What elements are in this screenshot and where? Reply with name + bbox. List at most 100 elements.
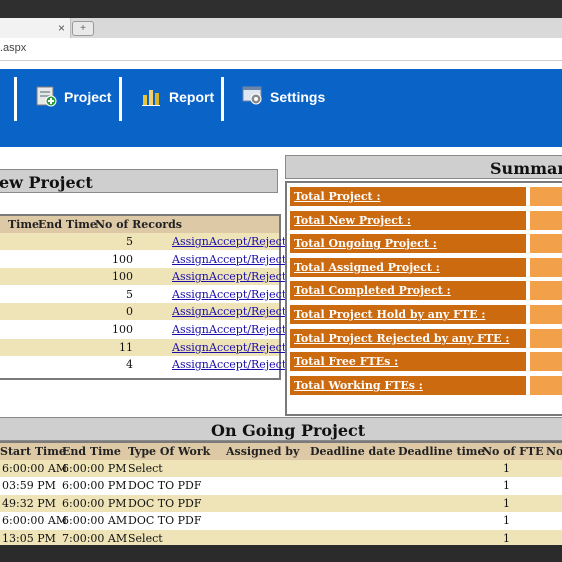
url-text: .aspx	[0, 42, 27, 54]
cell-start: 6:00:00 AM	[2, 514, 68, 528]
record-count: 100	[112, 270, 133, 284]
table-row: 11 Assign Accept/Reject	[0, 338, 286, 356]
column-header: No of Records	[95, 218, 182, 231]
summary-item[interactable]: Total Project :	[290, 187, 526, 206]
column-header: End Time	[38, 218, 97, 231]
cell-type: Select	[128, 531, 163, 545]
summary-item-label[interactable]: Total Assigned Project :	[294, 261, 440, 274]
new-tab-button[interactable]: +	[72, 21, 94, 36]
summary-value	[530, 257, 562, 277]
assign-link[interactable]: Assign	[172, 288, 209, 301]
summary-title-bar: Summary	[285, 155, 562, 179]
assign-link[interactable]: Assign	[172, 235, 209, 248]
ongoing-table: Start Time End Time Type Of Work Assigne…	[0, 441, 562, 545]
address-bar[interactable]: .aspx	[0, 38, 562, 61]
summary-item-label[interactable]: Total Free FTEs :	[294, 355, 398, 368]
cell-end: 6:00:00 AM	[62, 514, 128, 528]
settings-icon	[242, 85, 264, 107]
record-count: 4	[126, 358, 133, 372]
cell-fte: 1	[503, 496, 510, 510]
accept-reject-link[interactable]: Accept/Reject	[209, 305, 286, 318]
nav-divider	[14, 77, 17, 121]
summary-item-label[interactable]: Total Project :	[294, 190, 381, 203]
record-count: 0	[126, 305, 133, 319]
summary-item[interactable]: Total Project Hold by any FTE :	[290, 305, 526, 324]
table-row: 13:05 PM 7:00:00 AM Select 1	[0, 529, 562, 545]
column-header: End Time	[62, 445, 121, 458]
assign-link[interactable]: Assign	[172, 253, 209, 266]
close-icon[interactable]: ×	[58, 21, 65, 35]
record-count: 11	[119, 340, 133, 354]
cell-fte: 1	[503, 531, 510, 545]
accept-reject-link[interactable]: Accept/Reject	[209, 270, 286, 283]
summary-value	[530, 328, 562, 348]
ongoing-title: On Going Project	[211, 421, 366, 440]
cell-type: Select	[128, 462, 163, 475]
cell-start: 6:00:00 AM	[2, 462, 68, 475]
summary-item-label[interactable]: Total Project Rejected by any FTE :	[294, 332, 509, 345]
nav-divider	[119, 77, 122, 121]
accept-reject-link[interactable]: Accept/Reject	[209, 288, 286, 301]
table-row: 5 Assign Accept/Reject	[0, 285, 286, 303]
browser-tab[interactable]: ×	[0, 18, 71, 38]
record-count: 100	[112, 323, 133, 336]
table-row: 100 Assign Accept/Reject	[0, 250, 286, 268]
cell-end: 6:00:00 PM	[62, 496, 127, 510]
cell-type: DOC TO PDF	[128, 496, 202, 510]
browser-top-bar	[0, 0, 562, 18]
new-project-table-header: Time End Time No of Records	[0, 216, 279, 233]
column-header: No o	[546, 445, 562, 458]
assign-link[interactable]: Assign	[172, 270, 209, 283]
cell-type: DOC TO PDF	[128, 479, 202, 493]
column-header: Time	[8, 218, 40, 231]
summary-item[interactable]: Total Completed Project :	[290, 281, 526, 301]
table-row: 4 Assign Accept/Reject	[0, 356, 286, 374]
summary-item[interactable]: Total Free FTEs :	[290, 352, 526, 372]
summary-item-label[interactable]: Total Working FTEs :	[294, 379, 423, 392]
cell-type: DOC TO PDF	[128, 514, 202, 528]
page-content: t Project	[0, 61, 562, 545]
cell-end: 6:00:00 PM	[62, 462, 127, 475]
summary-title: Summary	[490, 159, 562, 178]
summary-item-label[interactable]: Total Completed Project :	[294, 284, 451, 297]
summary-item-label[interactable]: Total Project Hold by any FTE :	[294, 308, 485, 321]
column-header: Start Time	[0, 445, 66, 458]
summary-value	[530, 281, 562, 301]
table-row: 0 Assign Accept/Reject	[0, 303, 286, 321]
cell-fte: 1	[503, 462, 510, 475]
summary-item[interactable]: Total Ongoing Project :	[290, 234, 526, 254]
accept-reject-link[interactable]: Accept/Reject	[209, 358, 286, 371]
cell-start: 03:59 PM	[2, 479, 56, 493]
summary-value	[530, 352, 562, 372]
summary-item[interactable]: Total Project Rejected by any FTE :	[290, 328, 526, 348]
accept-reject-link[interactable]: Accept/Reject	[209, 253, 286, 266]
summary-value	[530, 234, 562, 254]
cell-fte: 1	[503, 514, 510, 528]
table-row: 100 Assign Accept/Reject	[0, 321, 286, 338]
summary-item[interactable]: Total Working FTEs :	[290, 375, 526, 395]
accept-reject-link[interactable]: Accept/Reject	[209, 323, 286, 336]
record-count: 5	[126, 235, 133, 248]
nav-divider	[221, 77, 224, 121]
new-project-table: Time End Time No of Records 5 Assign Accep…	[0, 214, 286, 380]
bottom-frame	[0, 545, 562, 562]
cell-start: 13:05 PM	[2, 531, 56, 545]
assign-link[interactable]: Assign	[172, 358, 209, 371]
table-row: 6:00:00 AM 6:00:00 AM DOC TO PDF 1	[0, 512, 562, 530]
accept-reject-link[interactable]: Accept/Reject	[209, 235, 286, 248]
summary-value	[530, 305, 562, 324]
table-row: 5 Assign Accept/Reject	[0, 233, 286, 250]
summary-item-label[interactable]: Total Ongoing Project :	[294, 237, 437, 250]
ongoing-table-header: Start Time End Time Type Of Work Assigne…	[0, 443, 562, 460]
column-header: No of FTE	[482, 445, 544, 458]
add-project-icon	[36, 85, 58, 107]
summary-item[interactable]: Total New Project :	[290, 210, 526, 230]
assign-link[interactable]: Assign	[172, 323, 209, 336]
summary-item-label[interactable]: Total New Project :	[294, 214, 411, 227]
summary-item[interactable]: Total Assigned Project :	[290, 257, 526, 277]
assign-link[interactable]: Assign	[172, 341, 209, 354]
accept-reject-link[interactable]: Accept/Reject	[209, 341, 286, 354]
record-count: 100	[112, 252, 133, 266]
assign-link[interactable]: Assign	[172, 305, 209, 318]
column-header: Deadline date	[310, 445, 396, 458]
